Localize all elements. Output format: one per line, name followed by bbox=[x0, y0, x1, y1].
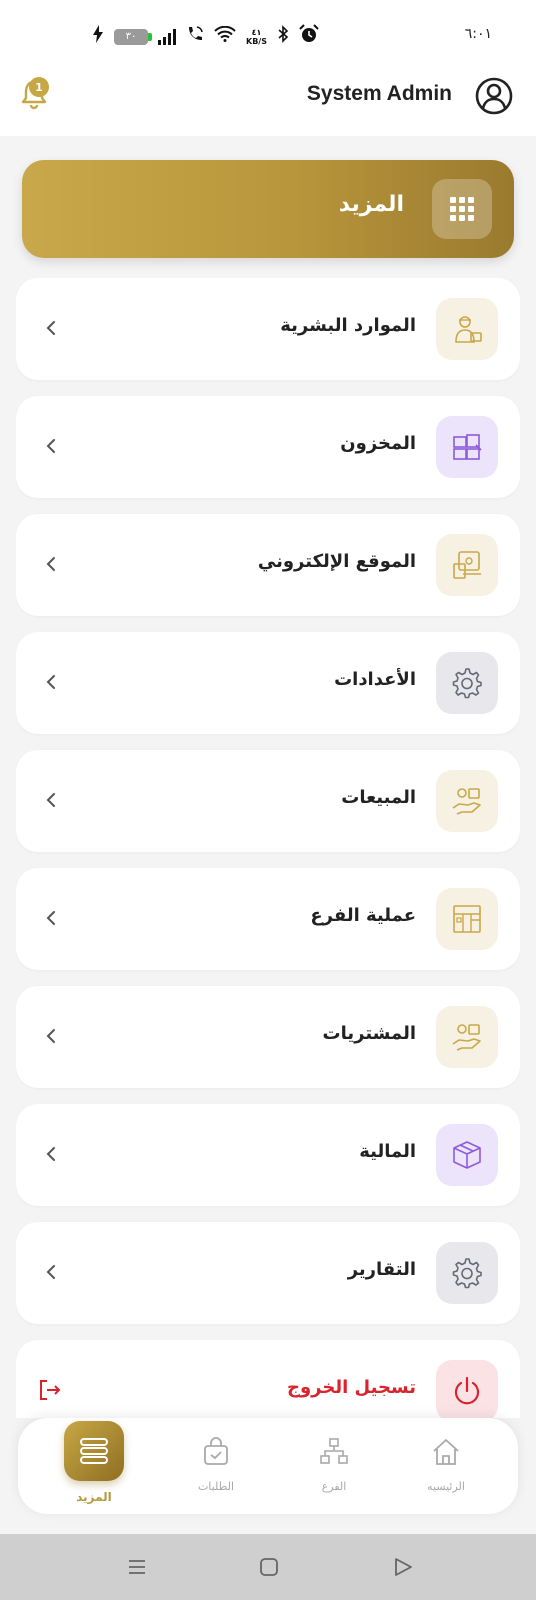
menu-item-website[interactable]: الموقع الإلكتروني bbox=[16, 514, 520, 616]
menu-item-label: الأعدادات bbox=[334, 669, 416, 690]
nav-label: الطلبات bbox=[197, 1480, 235, 1493]
user-name: System Admin bbox=[306, 82, 452, 105]
chevron-left-icon bbox=[46, 793, 55, 807]
branch-network-icon bbox=[320, 1438, 348, 1464]
chevron-left-icon bbox=[46, 321, 55, 335]
shopping-bag-icon bbox=[204, 1437, 228, 1465]
network-speed-icon: ٤١ KB/S bbox=[246, 28, 267, 46]
menu-item-label: المبيعات bbox=[341, 787, 416, 808]
nav-item-orders[interactable]: الطلبات bbox=[166, 1418, 266, 1514]
home-square-icon[interactable] bbox=[258, 1556, 280, 1578]
menu-item-settings[interactable]: الأعدادات bbox=[16, 632, 520, 734]
chevron-left-icon bbox=[46, 1029, 55, 1043]
power-icon bbox=[436, 1360, 498, 1418]
menu-list: الموارد البشرية المخزون الموقع الإلكترون… bbox=[16, 278, 520, 1418]
network-speed-value: ٤١ bbox=[251, 27, 262, 37]
nav-item-more[interactable]: المزيد bbox=[46, 1418, 146, 1514]
more-title: المزيد bbox=[338, 192, 404, 217]
menu-item-logout[interactable]: تسجيل الخروج bbox=[16, 1340, 520, 1418]
status-icons: ٣٠ ٤١ KB/S bbox=[92, 24, 319, 49]
menu-item-label: عملية الفرع bbox=[310, 905, 416, 926]
branch-operation-icon bbox=[436, 888, 498, 950]
signal-icon bbox=[158, 28, 176, 45]
website-icon bbox=[436, 534, 498, 596]
bluetooth-icon bbox=[277, 25, 289, 48]
battery-level: ٣٠ bbox=[125, 31, 137, 42]
status-bar: ٣٠ ٤١ KB/S ٦:٠١ bbox=[0, 0, 536, 72]
logout-arrow-icon bbox=[40, 1380, 61, 1400]
chevron-left-icon bbox=[46, 1147, 55, 1161]
chevron-left-icon bbox=[46, 675, 55, 689]
chevron-left-icon bbox=[46, 557, 55, 571]
hr-person-icon bbox=[436, 298, 498, 360]
menu-item-label: التقارير bbox=[347, 1259, 416, 1280]
chevron-left-icon bbox=[46, 911, 55, 925]
nav-item-branch[interactable]: الفرع bbox=[284, 1418, 384, 1514]
menu-stack-icon bbox=[64, 1421, 124, 1481]
menu-item-finance[interactable]: المالية bbox=[16, 1104, 520, 1206]
menu-item-inventory[interactable]: المخزون bbox=[16, 396, 520, 498]
network-speed-unit: KB/S bbox=[246, 36, 267, 46]
nav-item-home[interactable]: الرئيسيه bbox=[396, 1418, 496, 1514]
menu-item-hr[interactable]: الموارد البشرية bbox=[16, 278, 520, 380]
grid-icon bbox=[432, 179, 492, 239]
more-banner: المزيد bbox=[22, 160, 514, 258]
nav-label: الفرع bbox=[321, 1480, 347, 1493]
menu-item-label: الموارد البشرية bbox=[280, 315, 416, 336]
call-wifi-icon bbox=[186, 25, 204, 48]
app-header: 1 System Admin bbox=[0, 72, 536, 136]
menu-item-label: تسجيل الخروج bbox=[287, 1377, 416, 1398]
home-icon bbox=[433, 1439, 459, 1465]
menu-item-label: المشتريات bbox=[322, 1023, 416, 1044]
sales-hand-icon bbox=[436, 770, 498, 832]
purchases-hand-icon bbox=[436, 1006, 498, 1068]
bottom-nav: المزيد الطلبات الفرع الرئيسيه bbox=[18, 1418, 518, 1514]
recents-icon[interactable] bbox=[126, 1556, 148, 1578]
chevron-left-icon bbox=[46, 1265, 55, 1279]
menu-item-branch-operation[interactable]: عملية الفرع bbox=[16, 868, 520, 970]
notification-badge: 1 bbox=[29, 77, 49, 97]
menu-item-reports[interactable]: التقارير bbox=[16, 1222, 520, 1324]
profile-button[interactable] bbox=[474, 76, 514, 116]
user-avatar-icon bbox=[475, 77, 513, 115]
back-triangle-icon[interactable] bbox=[392, 1556, 414, 1578]
chevron-left-icon bbox=[46, 439, 55, 453]
notifications-button[interactable]: 1 bbox=[14, 74, 54, 114]
menu-item-label: المالية bbox=[359, 1141, 416, 1162]
inventory-boxes-icon bbox=[436, 416, 498, 478]
nav-label: الرئيسيه bbox=[427, 1480, 465, 1493]
menu-item-label: الموقع الإلكتروني bbox=[257, 551, 416, 572]
wifi-icon bbox=[214, 25, 236, 47]
charging-icon bbox=[92, 25, 104, 48]
nav-label: المزيد bbox=[76, 1490, 112, 1504]
status-time: ٦:٠١ bbox=[464, 26, 492, 42]
reports-gear-icon bbox=[436, 1242, 498, 1304]
settings-gear-icon bbox=[436, 652, 498, 714]
system-nav-bar bbox=[0, 1534, 536, 1600]
menu-item-label: المخزون bbox=[340, 433, 416, 454]
finance-box-icon bbox=[436, 1124, 498, 1186]
alarm-icon bbox=[299, 24, 319, 49]
battery-icon: ٣٠ bbox=[114, 28, 152, 45]
menu-item-sales[interactable]: المبيعات bbox=[16, 750, 520, 852]
menu-item-purchases[interactable]: المشتريات bbox=[16, 986, 520, 1088]
